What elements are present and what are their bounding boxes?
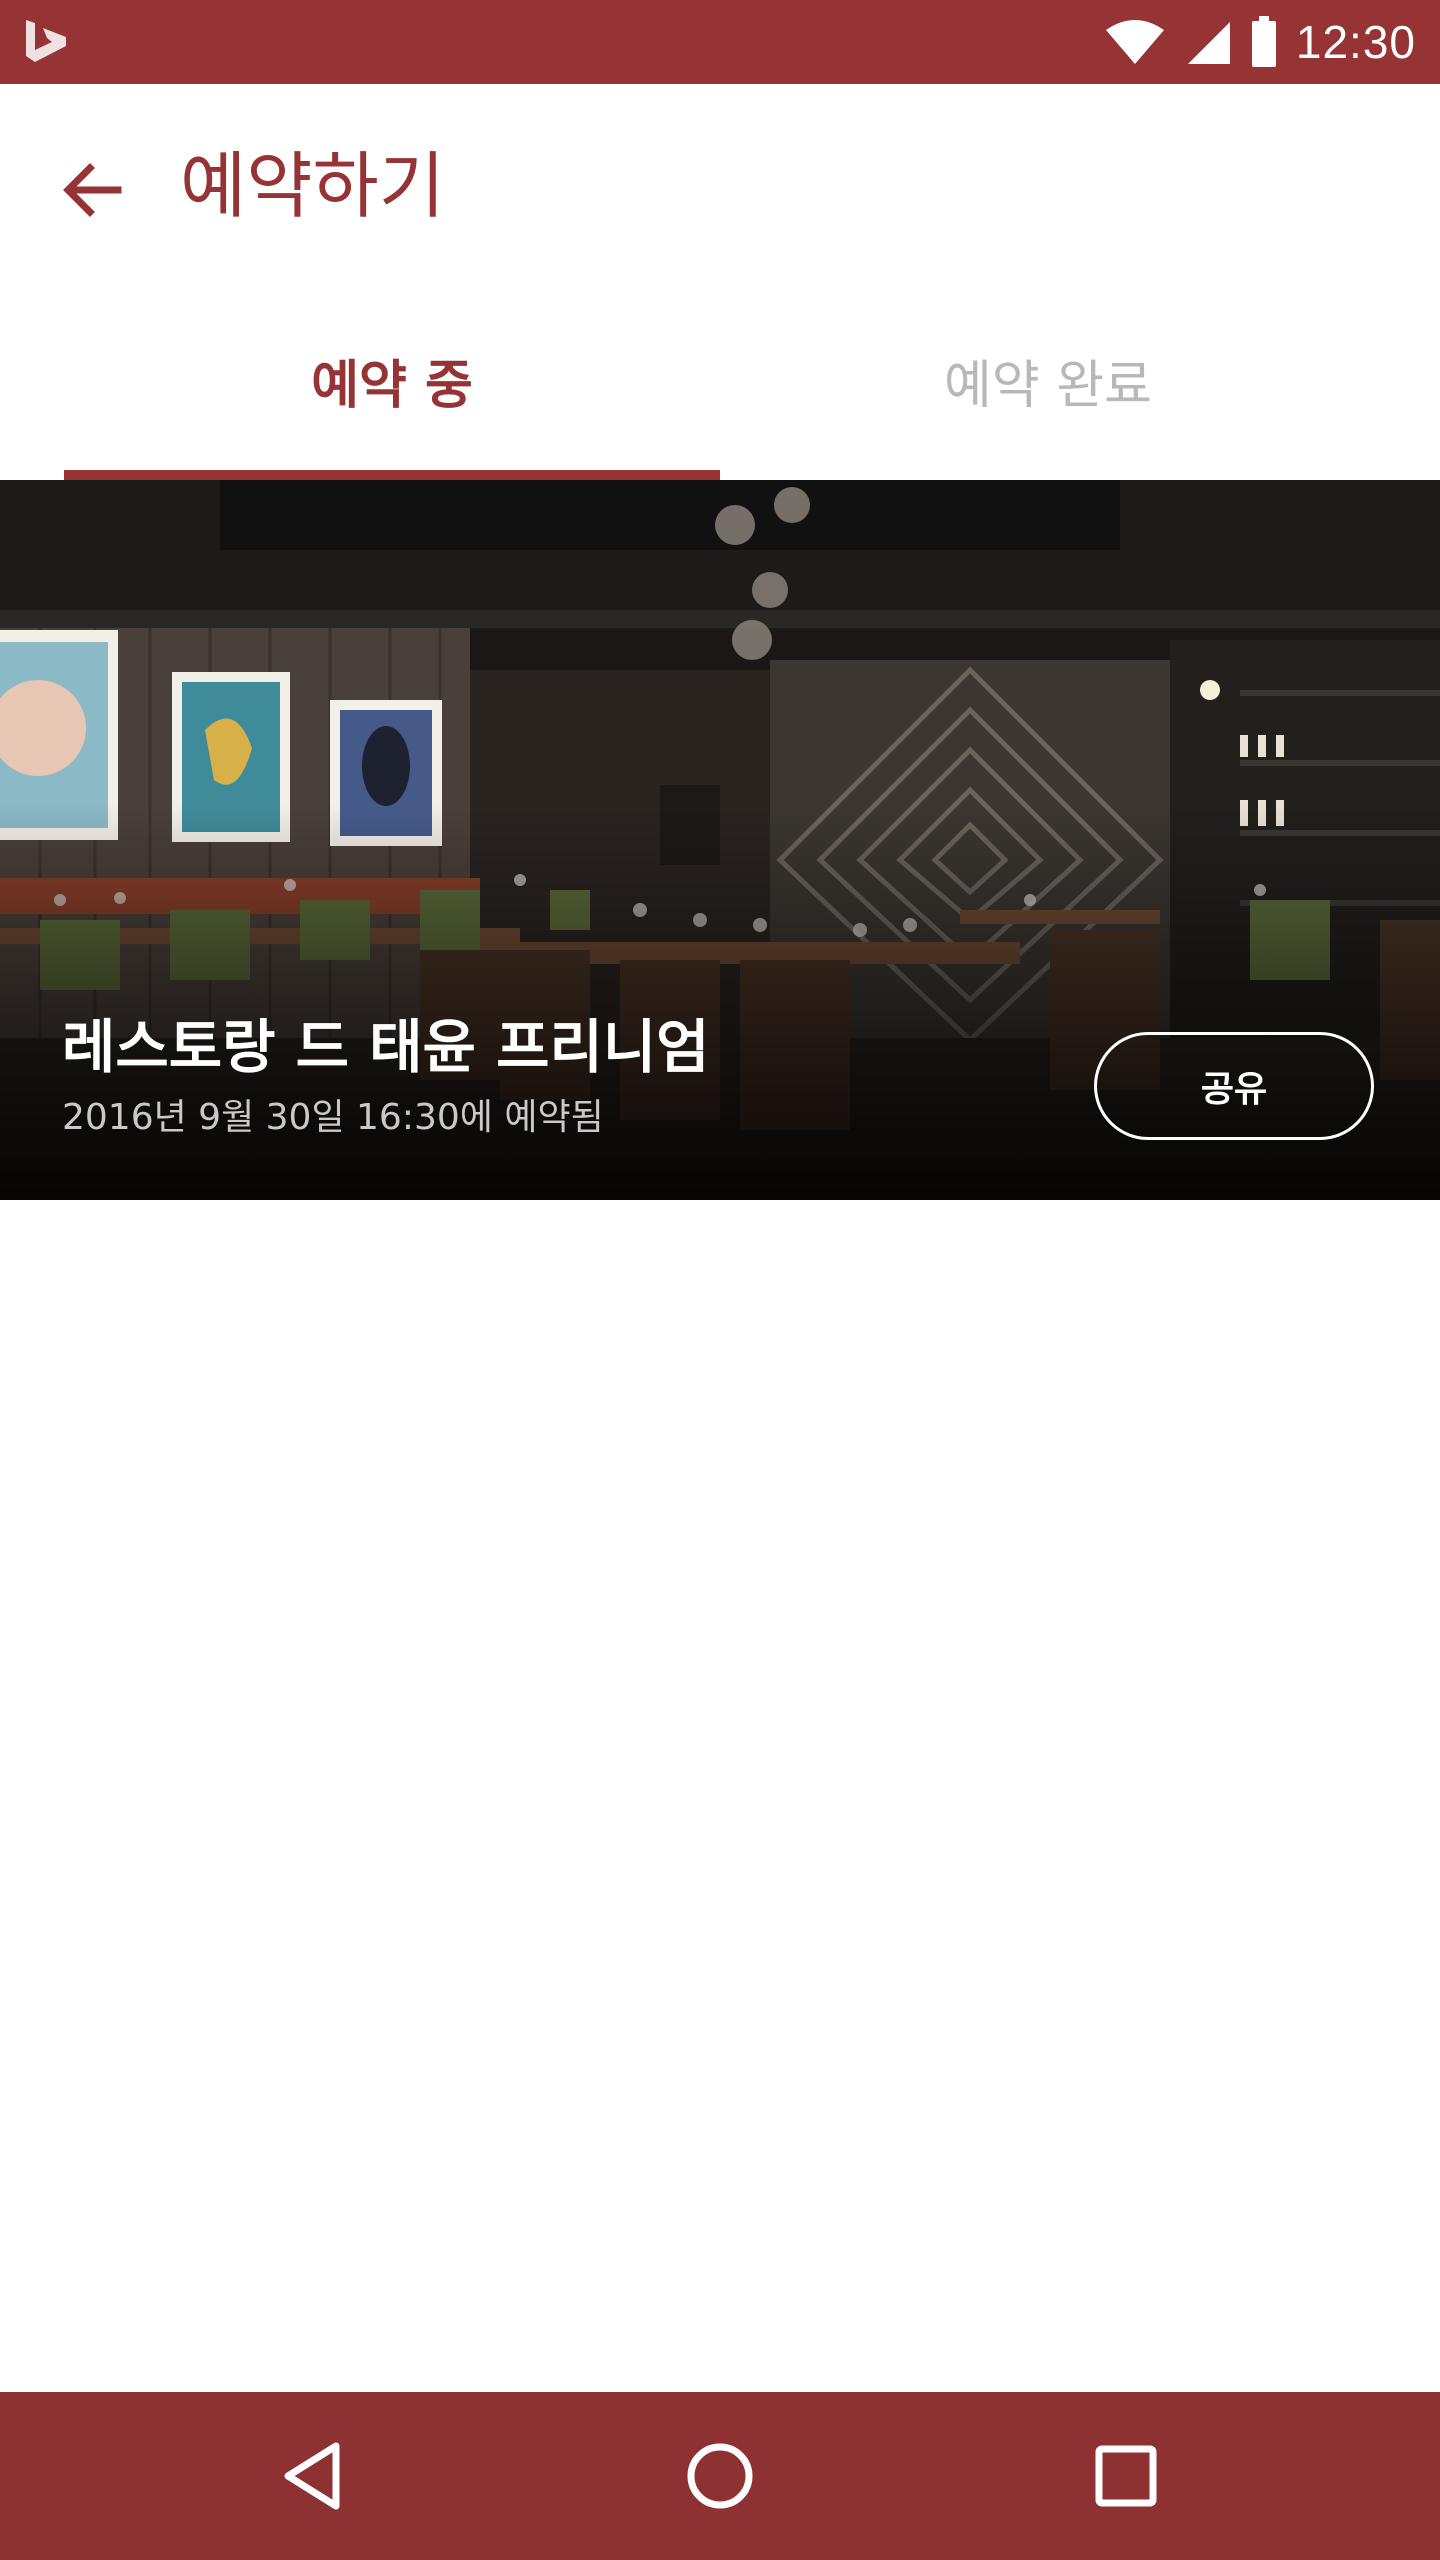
nav-back-icon (284, 2442, 340, 2510)
cellular-signal-icon (1187, 22, 1230, 64)
tab-completed[interactable]: 예약 완료 (720, 280, 1376, 480)
battery-icon (1251, 16, 1276, 67)
arrow-back-icon (63, 163, 122, 217)
nav-back-button[interactable] (230, 2392, 398, 2560)
reservation-card[interactable]: 레스토랑 드 태윤 프리니엄 2016년 9월 30일 16:30에 예약됨 공… (0, 480, 1440, 1200)
reservation-datetime: 2016년 9월 30일 16:30에 예약됨 (62, 1097, 604, 1138)
wifi-icon (1105, 20, 1164, 64)
nav-recents-button[interactable] (1042, 2392, 1210, 2560)
nav-home-icon (687, 2443, 753, 2509)
page-title: 예약하기 (180, 144, 445, 228)
restaurant-name: 레스토랑 드 태윤 프리니엄 (62, 1013, 710, 1081)
nav-recents-icon (1095, 2445, 1157, 2507)
tab-indicator (64, 470, 720, 480)
app-bar: 예약하기 (0, 84, 1440, 280)
bing-logo-icon (26, 20, 66, 62)
tab-in-progress[interactable]: 예약 중 (64, 280, 720, 480)
navigation-bar (0, 2392, 1440, 2560)
share-button[interactable]: 공유 (1094, 1032, 1374, 1140)
nav-home-button[interactable] (636, 2392, 804, 2560)
tab-bar: 예약 중 예약 완료 (0, 280, 1440, 480)
back-button[interactable] (40, 138, 144, 242)
status-time: 12:30 (1295, 16, 1416, 68)
status-bar: 12:30 (0, 0, 1440, 84)
